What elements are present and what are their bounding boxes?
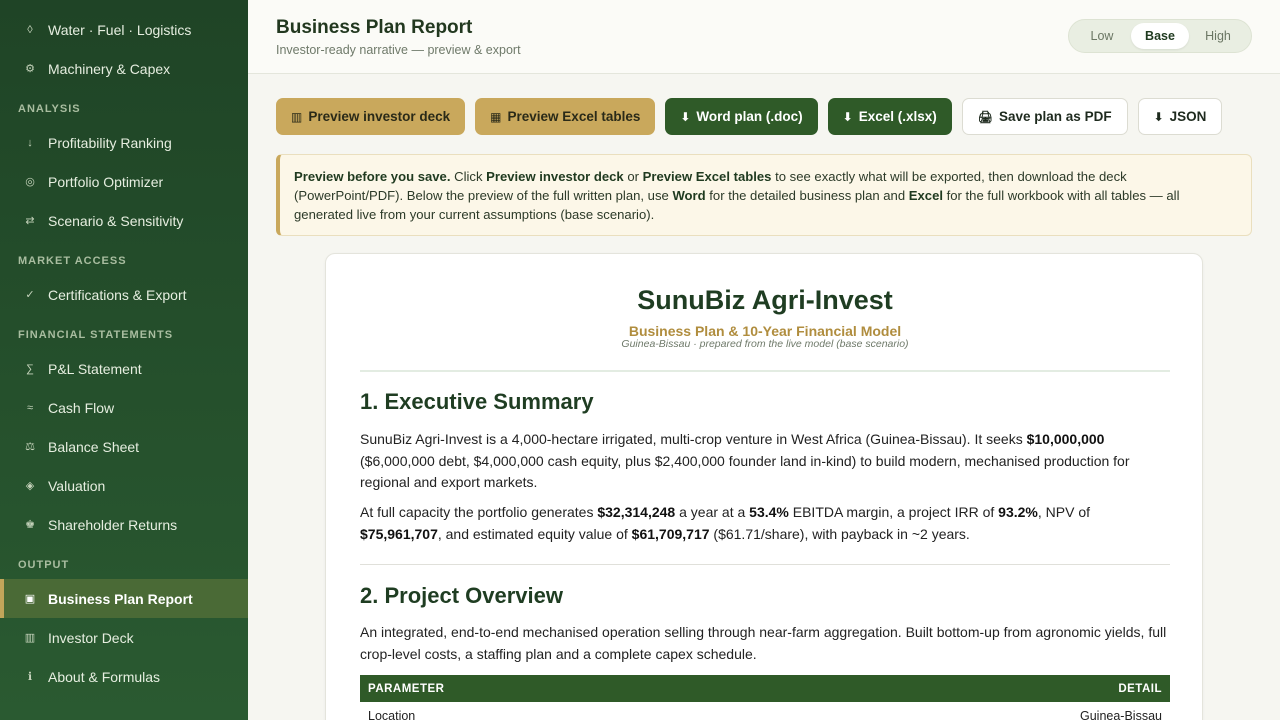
notice-text: Click	[450, 169, 487, 184]
sidebar-item-cash-flow[interactable]: ≈ Cash Flow	[0, 388, 248, 427]
notice-text: or	[623, 169, 643, 184]
sidebar-item-about-formulas[interactable]: ℹ About & Formulas	[0, 657, 248, 696]
sidebar-item-water-fuel-logistics[interactable]: ◊ Water · Fuel · Logistics	[0, 10, 248, 49]
download-json-button[interactable]: ⬇ JSON	[1137, 98, 1223, 135]
preview-excel-tables-button[interactable]: ▦ Preview Excel tables	[475, 98, 656, 135]
sidebar-section-market-access: MARKET ACCESS	[18, 255, 127, 267]
save-pdf-button[interactable]: 🖨 Save plan as PDF	[961, 98, 1128, 135]
info-icon: ℹ	[27, 671, 33, 683]
sidebar-item-label: P&L Statement	[48, 360, 142, 377]
sidebar-item-business-plan-report[interactable]: ▣ Business Plan Report	[0, 579, 248, 618]
sidebar-item-label: Certifications & Export	[48, 286, 187, 303]
download-word-button[interactable]: ⬇ Word plan (.doc)	[665, 98, 818, 135]
sidebar-item-label: Business Plan Report	[48, 590, 193, 607]
notice-bold: Word	[672, 188, 706, 203]
check-icon: ✓	[25, 289, 35, 301]
business-plan-preview: SunuBiz Agri-Invest Business Plan & 10-Y…	[325, 253, 1203, 720]
page-title: Business Plan Report	[276, 17, 473, 38]
export-toolbar: ▥ Preview investor deck ▦ Preview Excel …	[276, 98, 1223, 135]
button-label: Save plan as PDF	[999, 109, 1112, 124]
preview-notice: Preview before you save. Click Preview i…	[276, 154, 1252, 236]
slides-icon: ▥	[24, 632, 36, 644]
section-heading-executive-summary: 1. Executive Summary	[360, 389, 594, 414]
slides-icon: ▥	[291, 109, 303, 124]
target-icon: ◎	[25, 176, 35, 188]
sidebar-item-balance-sheet[interactable]: ⚖ Balance Sheet	[0, 427, 248, 466]
printer-icon: 🖨	[977, 109, 994, 124]
sidebar-section-output: OUTPUT	[18, 559, 70, 571]
sidebar-item-certifications-export[interactable]: ✓ Certifications & Export	[0, 275, 248, 314]
scenario-option-base[interactable]: Base	[1131, 23, 1189, 49]
button-label: Preview investor deck	[308, 109, 451, 124]
download-icon: ⬇	[680, 109, 691, 124]
table-header-detail: DETAIL	[1118, 682, 1162, 695]
table-header-parameter: PARAMETER	[368, 682, 445, 695]
report-icon: ▣	[24, 593, 36, 605]
sidebar-item-label: Profitability Ranking	[48, 134, 172, 151]
scenario-option-low[interactable]: Low	[1073, 23, 1131, 49]
divider	[360, 564, 1170, 565]
document-title: SunuBiz Agri-Invest	[637, 285, 893, 315]
sidebar-item-shareholder-returns[interactable]: ♚ Shareholder Returns	[0, 505, 248, 544]
sidebar-item-label: Cash Flow	[48, 399, 115, 416]
gear-icon: ⚙	[25, 63, 35, 75]
page-header: Business Plan Report Investor-ready narr…	[248, 0, 1280, 74]
gem-icon: ◈	[25, 480, 35, 492]
notice-text: for the detailed business plan and	[705, 188, 909, 203]
download-icon: ⬇	[842, 109, 853, 124]
sidebar-item-label: Machinery & Capex	[48, 60, 171, 77]
scales-icon: ⚖	[25, 441, 35, 453]
sidebar-item-valuation[interactable]: ◈ Valuation	[0, 466, 248, 505]
notice-bold: Preview investor deck	[486, 169, 624, 184]
download-excel-button[interactable]: ⬇ Excel (.xlsx)	[827, 98, 952, 135]
sigma-icon: ∑	[26, 362, 34, 375]
sidebar-item-label: Portfolio Optimizer	[48, 173, 164, 190]
sidebar: ◊ Water · Fuel · Logistics ⚙ Machinery &…	[0, 0, 248, 720]
button-label: Word plan (.doc)	[696, 109, 803, 124]
table-header: PARAMETER DETAIL	[360, 675, 1170, 702]
sidebar-section-financial-statements: FINANCIAL STATEMENTS	[18, 329, 174, 341]
notice-lead: Preview before you save.	[294, 169, 451, 184]
document-subtitle: Business Plan & 10-Year Financial Model	[628, 323, 902, 339]
sidebar-item-label: Water · Fuel · Logistics	[48, 21, 192, 38]
download-icon: ⬇	[1153, 109, 1164, 124]
scenario-toggle: Low Base High	[1068, 19, 1252, 53]
sidebar-item-portfolio-optimizer[interactable]: ◎ Portfolio Optimizer	[0, 162, 248, 201]
table-row: Location Guinea-Bissau	[360, 704, 1170, 720]
page-subtitle: Investor-ready narrative — preview & exp…	[276, 43, 521, 57]
executive-summary-paragraph-2: At full capacity the portfolio generates…	[360, 504, 1090, 542]
project-overview-paragraph: An integrated, end-to-end mechanised ope…	[360, 624, 1167, 662]
notice-bold: Excel	[908, 188, 943, 203]
diamond-icon: ◊	[27, 23, 33, 36]
notice-bold: Preview Excel tables	[642, 169, 772, 184]
sidebar-item-profitability-ranking[interactable]: ↓ Profitability Ranking	[0, 123, 248, 162]
arrow-down-icon: ↓	[27, 136, 33, 149]
sidebar-item-scenario-sensitivity[interactable]: ⇄ Scenario & Sensitivity	[0, 201, 248, 240]
divider	[360, 370, 1170, 372]
sidebar-section-analysis: ANALYSIS	[18, 103, 81, 115]
table-cell-detail: Guinea-Bissau	[1080, 709, 1162, 720]
sidebar-item-machinery-capex[interactable]: ⚙ Machinery & Capex	[0, 49, 248, 88]
executive-summary-paragraph-1: SunuBiz Agri-Invest is a 4,000-hectare i…	[360, 431, 1130, 490]
wave-icon: ≈	[26, 401, 34, 414]
button-label: Excel (.xlsx)	[858, 109, 937, 124]
button-label: JSON	[1169, 109, 1207, 124]
button-label: Preview Excel tables	[507, 109, 641, 124]
sidebar-item-investor-deck[interactable]: ▥ Investor Deck	[0, 618, 248, 657]
sidebar-item-label: Valuation	[48, 477, 106, 494]
document-meta: Guinea-Bissau · prepared from the live m…	[621, 338, 909, 350]
sidebar-item-label: Balance Sheet	[48, 438, 140, 455]
section-heading-project-overview: 2. Project Overview	[360, 583, 563, 608]
crown-icon: ♚	[25, 519, 35, 531]
sidebar-item-pl-statement[interactable]: ∑ P&L Statement	[0, 349, 248, 388]
table-cell-parameter: Location	[368, 709, 416, 720]
sidebar-item-label: Shareholder Returns	[48, 516, 178, 533]
swap-icon: ⇄	[25, 215, 35, 227]
table-icon: ▦	[490, 109, 502, 124]
scenario-option-high[interactable]: High	[1189, 23, 1247, 49]
sidebar-item-label: Scenario & Sensitivity	[48, 212, 184, 229]
sidebar-item-label: About & Formulas	[48, 668, 161, 685]
sidebar-item-label: Investor Deck	[48, 629, 134, 646]
preview-investor-deck-button[interactable]: ▥ Preview investor deck	[276, 98, 466, 135]
